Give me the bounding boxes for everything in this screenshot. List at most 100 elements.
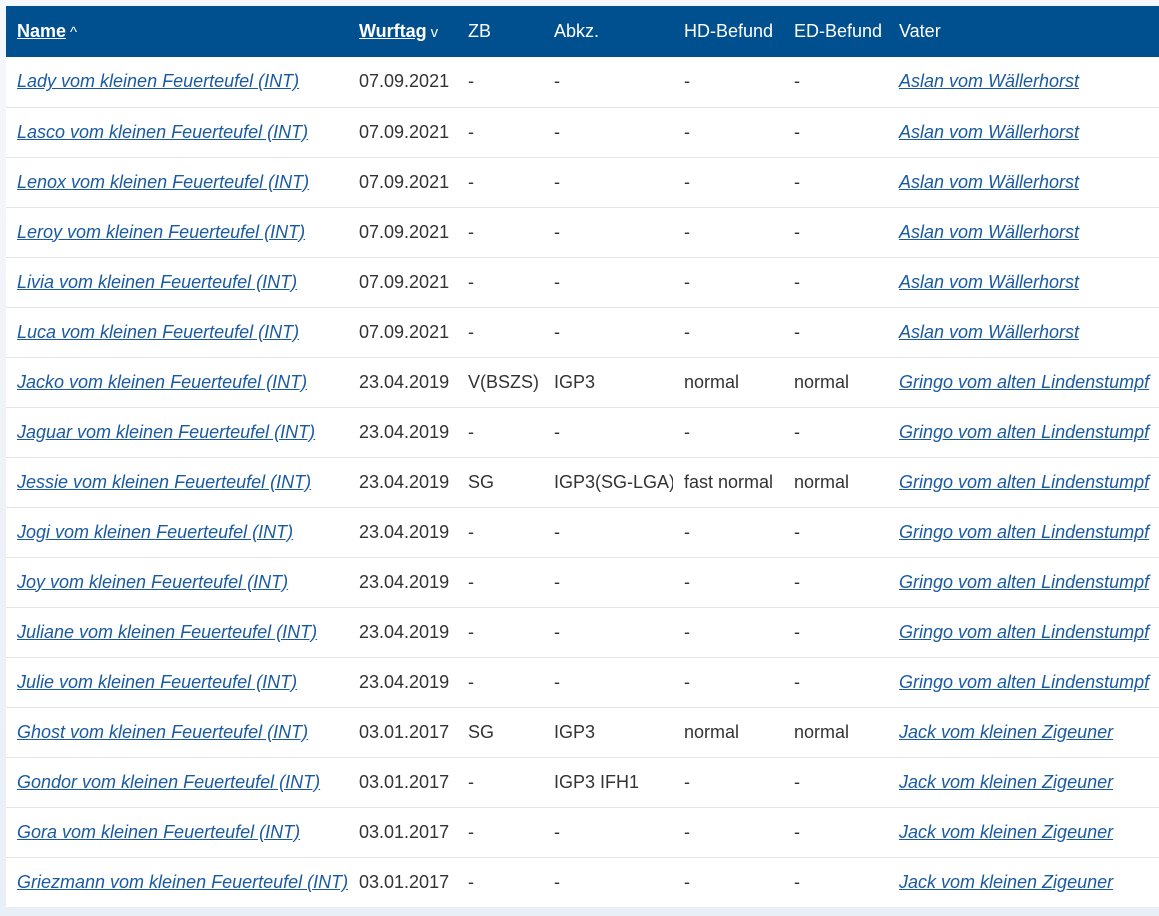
hd-befund-cell: - xyxy=(684,771,690,792)
wurftag-cell: 23.04.2019 xyxy=(359,671,450,692)
vater-link[interactable]: Gringo vom alten Lindenstumpf xyxy=(899,522,1149,542)
vater-cell: Gringo vom alten Lindenstumpf xyxy=(888,507,1159,557)
wurftag-cell: 07.09.2021 xyxy=(359,121,450,142)
ed-befund-cell: - xyxy=(794,121,800,142)
zb-cell: V(BSZS) xyxy=(468,371,540,392)
name-cell: Livia vom kleinen Feuerteufel (INT) xyxy=(6,257,348,307)
hd-befund-cell: - xyxy=(684,321,690,342)
vater-link[interactable]: Gringo vom alten Lindenstumpf xyxy=(899,372,1149,392)
wurftag-cell: 23.04.2019 xyxy=(359,421,450,442)
hd-befund-cell: - xyxy=(684,621,690,642)
name-cell: Gondor vom kleinen Feuerteufel (INT) xyxy=(6,757,348,807)
dog-name-link[interactable]: Julie vom kleinen Feuerteufel (INT) xyxy=(17,672,297,692)
ed-befund-cell: normal xyxy=(794,721,850,742)
vater-link[interactable]: Jack vom kleinen Zigeuner xyxy=(899,722,1113,742)
column-header-name[interactable]: Name ^ xyxy=(6,6,348,57)
dog-name-link[interactable]: Griezmann vom kleinen Feuerteufel (INT) xyxy=(17,872,348,892)
dog-name-link[interactable]: Leroy vom kleinen Feuerteufel (INT) xyxy=(17,222,305,242)
abkz-cell: IGP3 xyxy=(554,371,596,392)
wurftag-cell: 03.01.2017 xyxy=(359,771,450,792)
vater-cell: Gringo vom alten Lindenstumpf xyxy=(888,657,1159,707)
name-cell: Jogi vom kleinen Feuerteufel (INT) xyxy=(6,507,348,557)
name-cell: Jacko vom kleinen Feuerteufel (INT) xyxy=(6,357,348,407)
zb-cell: - xyxy=(468,621,474,642)
ed-befund-cell: - xyxy=(794,771,800,792)
hd-befund-cell: - xyxy=(684,121,690,142)
dog-name-link[interactable]: Lady vom kleinen Feuerteufel (INT) xyxy=(17,71,299,91)
vater-link[interactable]: Aslan vom Wällerhorst xyxy=(899,172,1079,192)
ed-befund-cell: - xyxy=(794,571,800,592)
dog-name-link[interactable]: Jaguar vom kleinen Feuerteufel (INT) xyxy=(17,422,315,442)
zb-cell: - xyxy=(468,821,474,842)
abkz-cell: IGP3 xyxy=(554,721,596,742)
sort-by-name-link[interactable]: Name xyxy=(17,21,66,41)
abkz-cell: - xyxy=(554,671,560,692)
zb-cell: - xyxy=(468,671,474,692)
ed-befund-cell: - xyxy=(794,421,800,442)
vater-link[interactable]: Aslan vom Wällerhorst xyxy=(899,122,1079,142)
abkz-cell: - xyxy=(554,821,560,842)
zb-cell: - xyxy=(468,421,474,442)
table-row: Livia vom kleinen Feuerteufel (INT) 07.09… xyxy=(6,257,1159,307)
table-row: Ghost vom kleinen Feuerteufel (INT) 03.01… xyxy=(6,707,1159,757)
name-cell: Leroy vom kleinen Feuerteufel (INT) xyxy=(6,207,348,257)
vater-link[interactable]: Gringo vom alten Lindenstumpf xyxy=(899,672,1149,692)
hd-befund-cell: - xyxy=(684,871,690,892)
table-row: Jogi vom kleinen Feuerteufel (INT) 23.04.… xyxy=(6,507,1159,557)
hd-befund-cell: - xyxy=(684,821,690,842)
name-cell: Joy vom kleinen Feuerteufel (INT) xyxy=(6,557,348,607)
vater-link[interactable]: Aslan vom Wällerhorst xyxy=(899,272,1079,292)
dog-name-link[interactable]: Lenox vom kleinen Feuerteufel (INT) xyxy=(17,172,309,192)
wurftag-cell: 03.01.2017 xyxy=(359,871,450,892)
hd-befund-cell: - xyxy=(684,271,690,292)
ed-befund-cell: - xyxy=(794,671,800,692)
vater-link[interactable]: Jack vom kleinen Zigeuner xyxy=(899,872,1113,892)
vater-link[interactable]: Aslan vom Wällerhorst xyxy=(899,71,1079,91)
table-body: Lady vom kleinen Feuerteufel (INT) 07.09.… xyxy=(6,57,1159,907)
vater-link[interactable]: Aslan vom Wällerhorst xyxy=(899,322,1079,342)
column-header-wurftag[interactable]: Wurftag v xyxy=(348,6,457,57)
dog-name-link[interactable]: Livia vom kleinen Feuerteufel (INT) xyxy=(17,272,297,292)
dog-name-link[interactable]: Luca vom kleinen Feuerteufel (INT) xyxy=(17,322,299,342)
zb-cell: - xyxy=(468,271,474,292)
zb-cell: SG xyxy=(468,471,495,492)
table-row: Jessie vom kleinen Feuerteufel (INT) 23.0… xyxy=(6,457,1159,507)
vater-link[interactable]: Jack vom kleinen Zigeuner xyxy=(899,822,1113,842)
abkz-cell: IGP3(SG-LGA) xyxy=(554,471,673,492)
dog-name-link[interactable]: Gondor vom kleinen Feuerteufel (INT) xyxy=(17,772,320,792)
zb-cell: - xyxy=(468,121,474,142)
vater-cell: Aslan vom Wällerhorst xyxy=(888,257,1159,307)
wurftag-cell: 07.09.2021 xyxy=(359,221,450,242)
sort-by-wurftag-link[interactable]: Wurftag xyxy=(359,21,427,41)
vater-link[interactable]: Gringo vom alten Lindenstumpf xyxy=(899,622,1149,642)
dog-name-link[interactable]: Ghost vom kleinen Feuerteufel (INT) xyxy=(17,722,308,742)
table-row: Juliane vom kleinen Feuerteufel (INT) 23.… xyxy=(6,607,1159,657)
dog-name-link[interactable]: Joy vom kleinen Feuerteufel (INT) xyxy=(17,572,288,592)
ed-befund-cell: - xyxy=(794,171,800,192)
ed-befund-cell: - xyxy=(794,271,800,292)
vater-link[interactable]: Gringo vom alten Lindenstumpf xyxy=(899,472,1149,492)
vater-link[interactable]: Gringo vom alten Lindenstumpf xyxy=(899,572,1149,592)
name-cell: Ghost vom kleinen Feuerteufel (INT) xyxy=(6,707,348,757)
name-cell: Gora vom kleinen Feuerteufel (INT) xyxy=(6,807,348,857)
dog-name-link[interactable]: Jogi vom kleinen Feuerteufel (INT) xyxy=(17,522,293,542)
abkz-cell: - xyxy=(554,171,560,192)
hd-befund-cell: fast normal xyxy=(684,471,774,492)
vater-cell: Jack vom kleinen Zigeuner xyxy=(888,857,1159,907)
vater-link[interactable]: Gringo vom alten Lindenstumpf xyxy=(899,422,1149,442)
vater-link[interactable]: Aslan vom Wällerhorst xyxy=(899,222,1079,242)
dog-name-link[interactable]: Lasco vom kleinen Feuerteufel (INT) xyxy=(17,122,308,142)
vater-link[interactable]: Jack vom kleinen Zigeuner xyxy=(899,772,1113,792)
column-header-zb: ZB xyxy=(468,21,492,41)
dog-name-link[interactable]: Juliane vom kleinen Feuerteufel (INT) xyxy=(17,622,317,642)
abkz-cell: - xyxy=(554,221,560,242)
hd-befund-cell: - xyxy=(684,521,690,542)
dog-name-link[interactable]: Gora vom kleinen Feuerteufel (INT) xyxy=(17,822,300,842)
name-cell: Jessie vom kleinen Feuerteufel (INT) xyxy=(6,457,348,507)
hd-befund-cell: - xyxy=(684,571,690,592)
dog-name-link[interactable]: Jessie vom kleinen Feuerteufel (INT) xyxy=(17,472,311,492)
vater-cell: Aslan vom Wällerhorst xyxy=(888,57,1159,107)
table-row: Griezmann vom kleinen Feuerteufel (INT) 0… xyxy=(6,857,1159,907)
dog-name-link[interactable]: Jacko vom kleinen Feuerteufel (INT) xyxy=(17,372,307,392)
zb-cell: - xyxy=(468,521,474,542)
